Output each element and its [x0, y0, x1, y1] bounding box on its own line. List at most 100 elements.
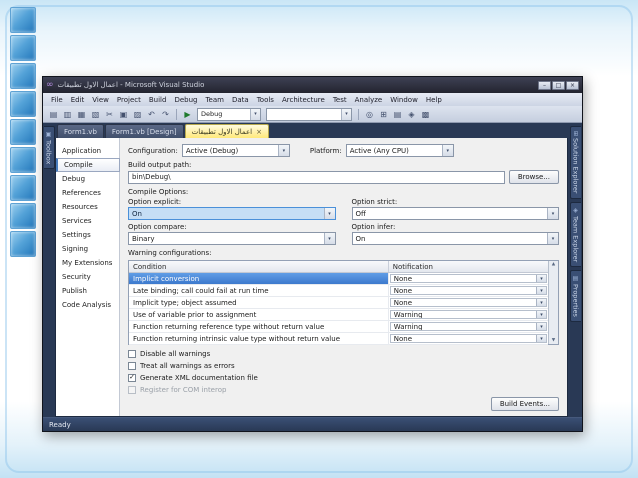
chevron-down-icon[interactable]: ▾: [323, 208, 335, 219]
warning-row[interactable]: Use of variable prior to assignment Warn…: [129, 309, 548, 321]
designer-tab[interactable]: Code Analysis: [56, 298, 119, 312]
menu-item[interactable]: Help: [422, 96, 446, 104]
designer-tab[interactable]: References: [56, 186, 119, 200]
chevron-down-icon[interactable]: ▾: [536, 335, 546, 342]
chevron-down-icon[interactable]: ▾: [277, 145, 289, 156]
chevron-down-icon[interactable]: ▾: [341, 108, 351, 120]
configuration-combo[interactable]: Active (Debug) ▾: [181, 144, 290, 157]
extension-manager-icon[interactable]: ▩: [419, 108, 432, 121]
chevron-down-icon[interactable]: ▾: [536, 287, 546, 294]
copy-icon[interactable]: ▣: [117, 108, 130, 121]
menu-item[interactable]: Team: [201, 96, 228, 104]
designer-tab[interactable]: Debug: [56, 172, 119, 186]
chevron-down-icon[interactable]: ▾: [323, 233, 335, 244]
scroll-up-icon[interactable]: ▲: [552, 262, 555, 267]
designer-tab[interactable]: Signing: [56, 242, 119, 256]
browse-button[interactable]: Browse...: [508, 170, 559, 184]
menu-item[interactable]: Tools: [253, 96, 278, 104]
close-tab-icon[interactable]: ×: [256, 128, 262, 136]
paste-icon[interactable]: ▨: [131, 108, 144, 121]
menu-item[interactable]: Edit: [67, 96, 89, 104]
menu-item[interactable]: Test: [329, 96, 351, 104]
chevron-down-icon[interactable]: ▾: [441, 145, 453, 156]
checkbox-row[interactable]: ✓ Generate XML documentation file: [128, 373, 559, 383]
solution-config-combo[interactable]: Debug ▾: [197, 107, 261, 121]
document-tab[interactable]: Form1.vb [Design] ×: [104, 124, 184, 138]
document-tab[interactable]: Form1.vb ×: [57, 124, 104, 138]
minimize-button[interactable]: –: [538, 80, 551, 90]
notification-combo[interactable]: None ▾: [389, 334, 547, 343]
checkbox[interactable]: ✓: [128, 350, 136, 358]
designer-tab[interactable]: Application: [56, 144, 119, 158]
build-events-button[interactable]: Build Events...: [490, 397, 559, 411]
toolbox-tab[interactable]: ▣ Toolbox: [43, 126, 55, 170]
table-scrollbar[interactable]: ▲ ▼: [548, 261, 558, 344]
designer-tab[interactable]: My Extensions: [56, 256, 119, 270]
solution-explorer-icon[interactable]: ⊞: [377, 108, 390, 121]
maximize-button[interactable]: □: [552, 80, 565, 90]
checkbox[interactable]: ✓: [128, 386, 136, 394]
start-debug-icon[interactable]: ▶: [181, 108, 194, 121]
dock-tab[interactable]: ⊞ Solution Explorer: [569, 126, 581, 199]
open-file-icon[interactable]: ▥: [61, 108, 74, 121]
option-combo[interactable]: On ▾: [351, 232, 559, 245]
option-combo[interactable]: On ▾: [128, 207, 336, 220]
checkbox-row[interactable]: ✓ Disable all warnings: [128, 349, 559, 359]
dock-tab[interactable]: ◈ Team Explorer: [569, 201, 581, 267]
chevron-down-icon[interactable]: ▾: [536, 275, 546, 282]
checkbox[interactable]: ✓: [128, 362, 136, 370]
warning-row[interactable]: Function returning intrinsic value type …: [129, 333, 548, 345]
object-browser-icon[interactable]: ◈: [405, 108, 418, 121]
undo-icon[interactable]: ↶: [145, 108, 158, 121]
new-file-icon[interactable]: ▤: [47, 108, 60, 121]
build-output-path-input[interactable]: bin\Debug\: [128, 170, 505, 184]
chevron-down-icon[interactable]: ▾: [536, 323, 546, 330]
save-icon[interactable]: ▦: [75, 108, 88, 121]
checkbox[interactable]: ✓: [128, 374, 136, 382]
dock-tab[interactable]: ▤ Properties: [569, 269, 581, 322]
menu-item[interactable]: Project: [113, 96, 145, 104]
designer-tab[interactable]: Settings: [56, 228, 119, 242]
find-icon[interactable]: ◎: [363, 108, 376, 121]
menu-item[interactable]: Debug: [170, 96, 201, 104]
close-button[interactable]: ×: [566, 80, 579, 90]
chevron-down-icon[interactable]: ▾: [536, 311, 546, 318]
checkbox-row[interactable]: ✓ Treat all warnings as errors: [128, 361, 559, 371]
notification-combo[interactable]: None ▾: [389, 274, 547, 283]
menu-item[interactable]: Build: [145, 96, 171, 104]
notification-combo[interactable]: None ▾: [389, 286, 547, 295]
find-combo[interactable]: ▾: [266, 107, 352, 121]
designer-tab[interactable]: Services: [56, 214, 119, 228]
document-tab[interactable]: اعمال الاول تطبيقات ×: [184, 124, 269, 138]
warning-row[interactable]: Implicit type; object assumed None ▾: [129, 297, 548, 309]
warning-row[interactable]: Implicit conversion None ▾: [129, 273, 548, 285]
menu-item[interactable]: Architecture: [278, 96, 329, 104]
warning-row[interactable]: Function returning reference type withou…: [129, 321, 548, 333]
notification-combo[interactable]: Warning ▾: [389, 310, 547, 319]
menu-item[interactable]: Data: [228, 96, 253, 104]
chevron-down-icon[interactable]: ▾: [547, 208, 558, 219]
menu-item[interactable]: View: [88, 96, 113, 104]
chevron-down-icon[interactable]: ▾: [250, 108, 260, 120]
designer-tab[interactable]: Publish: [56, 284, 119, 298]
redo-icon[interactable]: ↷: [159, 108, 172, 121]
option-combo[interactable]: Binary ▾: [128, 232, 336, 245]
warning-row[interactable]: Late binding; call could fail at run tim…: [129, 285, 548, 297]
checkbox-row[interactable]: ✓ Register for COM interop: [128, 385, 559, 395]
chevron-down-icon[interactable]: ▾: [536, 299, 546, 306]
notification-combo[interactable]: Warning ▾: [389, 322, 547, 331]
properties-window-icon[interactable]: ▤: [391, 108, 404, 121]
menu-item[interactable]: Analyze: [351, 96, 387, 104]
save-all-icon[interactable]: ▧: [89, 108, 102, 121]
designer-tab[interactable]: Security: [56, 270, 119, 284]
scroll-down-icon[interactable]: ▼: [552, 338, 555, 343]
notification-combo[interactable]: None ▾: [389, 298, 547, 307]
menu-item[interactable]: File: [47, 96, 67, 104]
designer-tab[interactable]: Resources: [56, 200, 119, 214]
designer-tab[interactable]: Compile: [56, 158, 120, 172]
platform-combo[interactable]: Active (Any CPU) ▾: [345, 144, 454, 157]
menu-item[interactable]: Window: [386, 96, 422, 104]
chevron-down-icon[interactable]: ▾: [547, 233, 558, 244]
option-combo[interactable]: Off ▾: [351, 207, 559, 220]
cut-icon[interactable]: ✂: [103, 108, 116, 121]
